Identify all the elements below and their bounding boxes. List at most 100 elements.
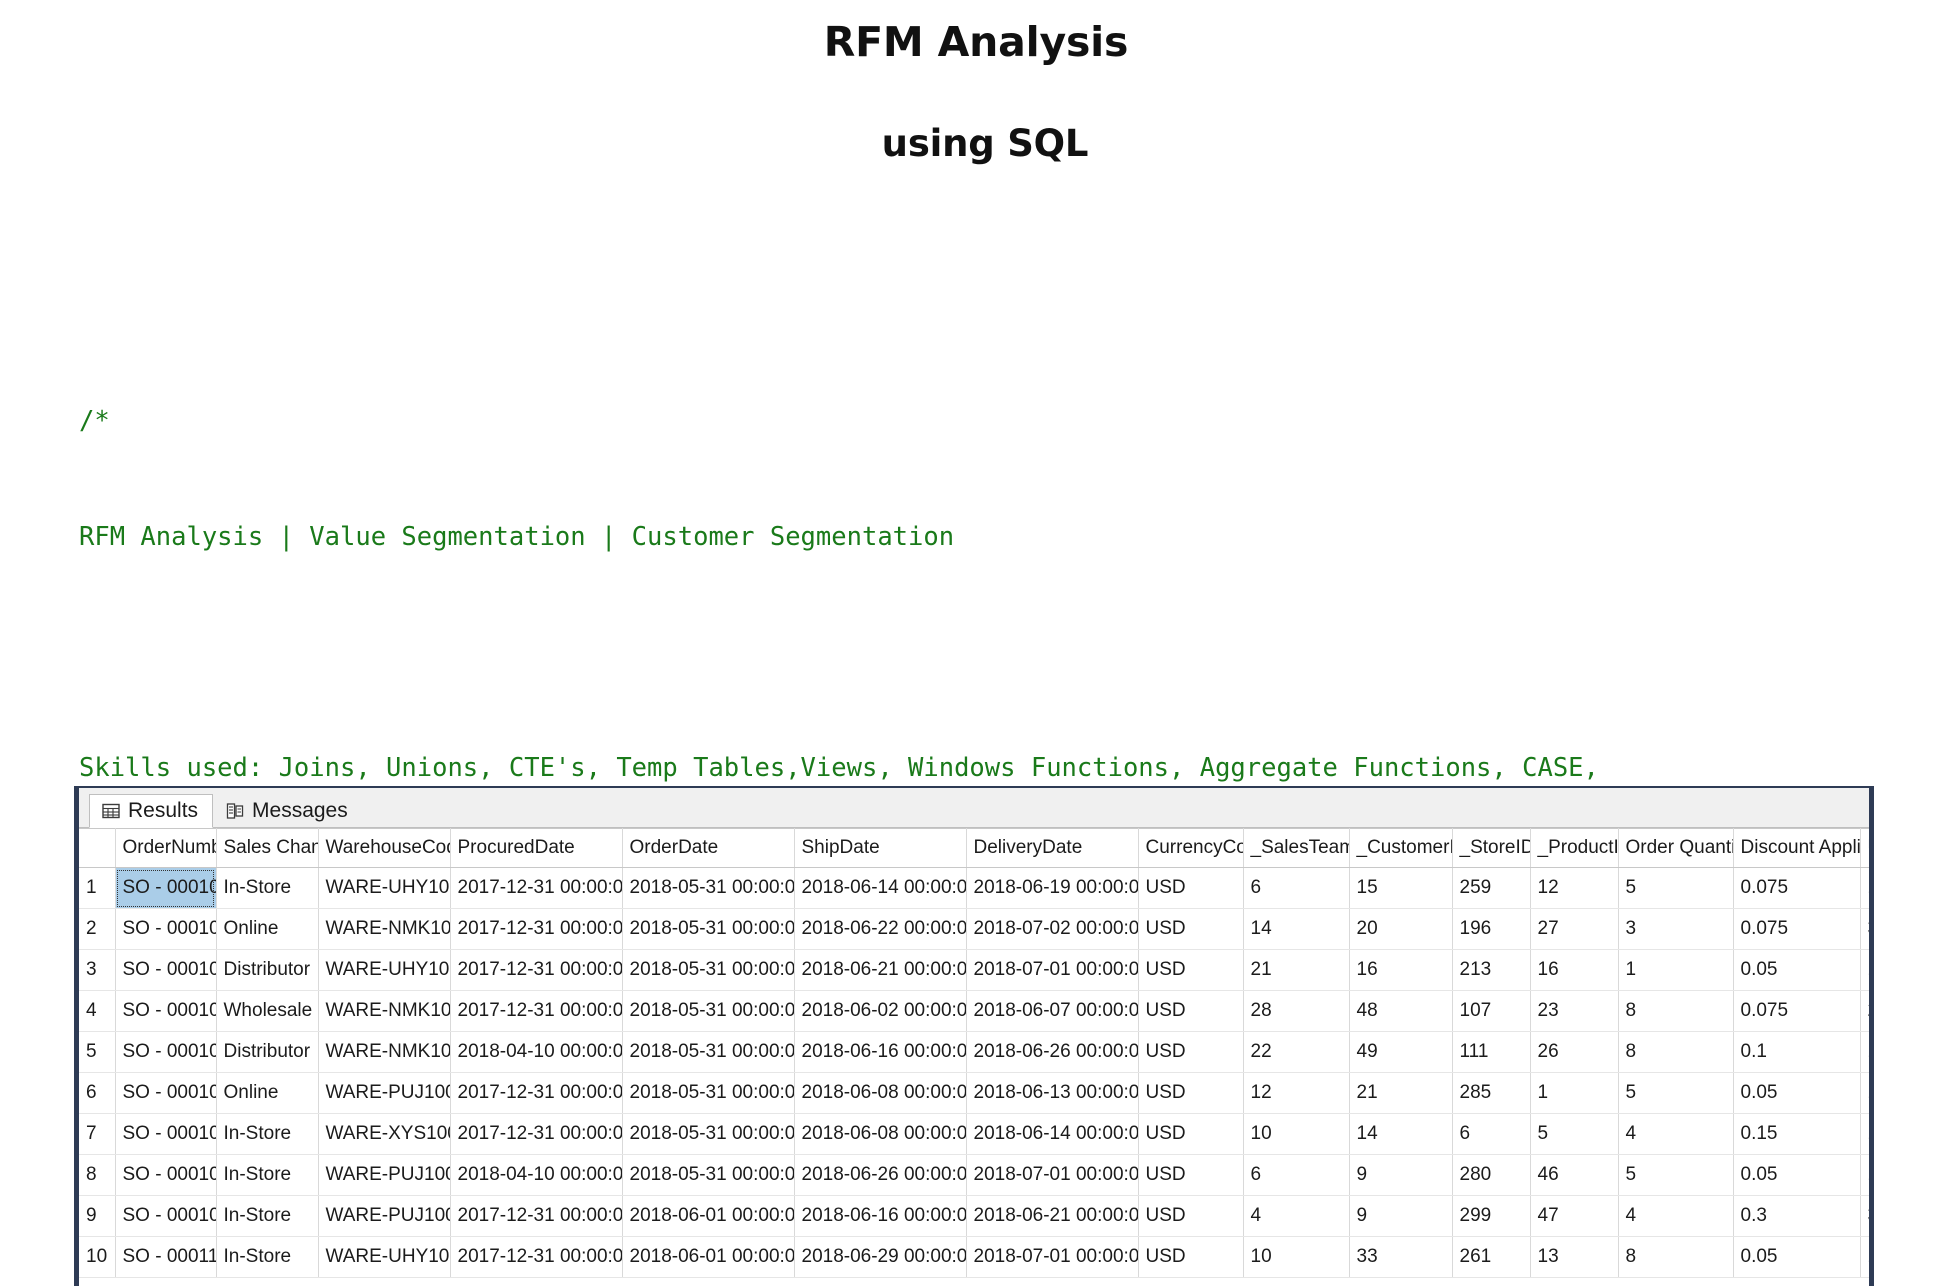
row-number[interactable]: 1 [79, 867, 116, 909]
cell-shipdate[interactable]: 2018-06-08 00:00:00.000 [794, 1072, 967, 1114]
cell-procureddate[interactable]: 2017-12-31 00:00:00.000 [450, 1072, 623, 1114]
cell-procureddate[interactable]: 2017-12-31 00:00:00.000 [450, 1236, 623, 1278]
cell-order-quantity[interactable]: 8 [1618, 1031, 1734, 1073]
table-row[interactable]: 5SO - 000105DistributorWARE-NMK10032018-… [79, 1031, 1869, 1073]
cell-ordernumber[interactable]: SO - 000110 [115, 1236, 217, 1278]
cell-unit-p[interactable]: 1038 [1860, 1072, 1869, 1114]
tab-messages[interactable]: Messages [213, 793, 363, 827]
cell-ordernumber[interactable]: SO - 000104 [115, 990, 217, 1032]
cell-currencycode[interactable]: USD [1138, 908, 1244, 950]
cell-order-quantity[interactable]: 4 [1618, 1195, 1734, 1237]
cell-sales-channel[interactable]: In-Store [216, 1195, 319, 1237]
cell-procureddate[interactable]: 2018-04-10 00:00:00.000 [450, 1031, 623, 1073]
column-header-sales-channel[interactable]: Sales Channel [216, 828, 319, 868]
cell-deliverydate[interactable]: 2018-06-13 00:00:00.000 [966, 1072, 1139, 1114]
cell-unit-p[interactable]: 1822 [1860, 1031, 1869, 1073]
cell-ordernumber[interactable]: SO - 000105 [115, 1031, 217, 1073]
column-header-salesteamid[interactable]: _SalesTeamID [1243, 828, 1350, 868]
cell-deliverydate[interactable]: 2018-06-19 00:00:00.000 [966, 867, 1139, 909]
cell-productid[interactable]: 23 [1530, 990, 1619, 1032]
cell-customerid[interactable]: 16 [1349, 949, 1453, 991]
cell-warehousecode[interactable]: WARE-NMK1003 [318, 1031, 451, 1073]
cell-deliverydate[interactable]: 2018-07-02 00:00:00.000 [966, 908, 1139, 950]
cell-storeid[interactable]: 196 [1452, 908, 1531, 950]
cell-storeid[interactable]: 107 [1452, 990, 1531, 1032]
cell-ordernumber[interactable]: SO - 000106 [115, 1072, 217, 1114]
cell-ordernumber[interactable]: SO - 000109 [115, 1195, 217, 1237]
cell-sales-channel[interactable]: Wholesale [216, 990, 319, 1032]
cell-ordernumber[interactable]: SO - 000108 [115, 1154, 217, 1196]
cell-discount-applied[interactable]: 0.075 [1733, 867, 1861, 909]
column-header-discount-applied[interactable]: Discount Applied [1733, 828, 1861, 868]
column-header-order-quantity[interactable]: Order Quantity [1618, 828, 1734, 868]
row-number[interactable]: 7 [79, 1113, 116, 1155]
cell-procureddate[interactable]: 2017-12-31 00:00:00.000 [450, 990, 623, 1032]
cell-procureddate[interactable]: 2017-12-31 00:00:00.000 [450, 1113, 623, 1155]
cell-orderdate[interactable]: 2018-05-31 00:00:00.000 [622, 908, 795, 950]
cell-productid[interactable]: 1 [1530, 1072, 1619, 1114]
cell-order-quantity[interactable]: 1 [1618, 949, 1734, 991]
cell-sales-channel[interactable]: In-Store [216, 867, 319, 909]
cell-order-quantity[interactable]: 5 [1618, 1154, 1734, 1196]
cell-discount-applied[interactable]: 0.075 [1733, 990, 1861, 1032]
row-number[interactable]: 3 [79, 949, 116, 991]
row-number[interactable]: 9 [79, 1195, 116, 1237]
column-header-procureddate[interactable]: ProcuredDate [450, 828, 623, 868]
cell-warehousecode[interactable]: WARE-XYS1001 [318, 1113, 451, 1155]
cell-customerid[interactable]: 9 [1349, 1154, 1453, 1196]
cell-storeid[interactable]: 261 [1452, 1236, 1531, 1278]
cell-shipdate[interactable]: 2018-06-21 00:00:00.000 [794, 949, 967, 991]
table-row[interactable]: 10SO - 000110In-StoreWARE-UHY10042017-12… [79, 1236, 1869, 1278]
cell-salesteamid[interactable]: 6 [1243, 867, 1350, 909]
cell-unit-p[interactable]: 1963 [1860, 867, 1869, 909]
table-row[interactable]: 2SO - 000102OnlineWARE-NMK10032017-12-31… [79, 908, 1869, 950]
cell-orderdate[interactable]: 2018-05-31 00:00:00.000 [622, 1113, 795, 1155]
cell-orderdate[interactable]: 2018-05-31 00:00:00.000 [622, 867, 795, 909]
cell-deliverydate[interactable]: 2018-06-07 00:00:00.000 [966, 990, 1139, 1032]
cell-storeid[interactable]: 285 [1452, 1072, 1531, 1114]
cell-customerid[interactable]: 15 [1349, 867, 1453, 909]
cell-unit-p[interactable]: 3939 [1860, 908, 1869, 950]
column-header-customerid[interactable]: _CustomerID [1349, 828, 1453, 868]
cell-procureddate[interactable]: 2017-12-31 00:00:00.000 [450, 867, 623, 909]
cell-ordernumber[interactable]: SO - 000102 [115, 908, 217, 950]
cell-currencycode[interactable]: USD [1138, 867, 1244, 909]
cell-currencycode[interactable]: USD [1138, 1154, 1244, 1196]
column-header-shipdate[interactable]: ShipDate [794, 828, 967, 868]
cell-procureddate[interactable]: 2018-04-10 00:00:00.000 [450, 1154, 623, 1196]
cell-warehousecode[interactable]: WARE-UHY1004 [318, 1236, 451, 1278]
row-number-header[interactable] [79, 828, 116, 868]
cell-orderdate[interactable]: 2018-05-31 00:00:00.000 [622, 990, 795, 1032]
column-header-warehousecode[interactable]: WarehouseCode [318, 828, 451, 868]
cell-customerid[interactable]: 48 [1349, 990, 1453, 1032]
cell-customerid[interactable]: 20 [1349, 908, 1453, 950]
cell-shipdate[interactable]: 2018-06-08 00:00:00.000 [794, 1113, 967, 1155]
cell-productid[interactable]: 13 [1530, 1236, 1619, 1278]
cell-salesteamid[interactable]: 14 [1243, 908, 1350, 950]
cell-salesteamid[interactable]: 6 [1243, 1154, 1350, 1196]
cell-salesteamid[interactable]: 28 [1243, 990, 1350, 1032]
row-number[interactable]: 2 [79, 908, 116, 950]
column-header-ordernumber[interactable]: OrderNumber [115, 828, 217, 868]
column-header-unit-p[interactable]: Unit P [1860, 828, 1869, 868]
cell-procureddate[interactable]: 2017-12-31 00:00:00.000 [450, 1195, 623, 1237]
cell-discount-applied[interactable]: 0.075 [1733, 908, 1861, 950]
cell-order-quantity[interactable]: 4 [1618, 1113, 1734, 1155]
cell-salesteamid[interactable]: 22 [1243, 1031, 1350, 1073]
cell-order-quantity[interactable]: 5 [1618, 867, 1734, 909]
cell-warehousecode[interactable]: WARE-NMK1003 [318, 908, 451, 950]
column-header-productid[interactable]: _ProductID [1530, 828, 1619, 868]
cell-deliverydate[interactable]: 2018-06-21 00:00:00.000 [966, 1195, 1139, 1237]
cell-unit-p[interactable]: 1775 [1860, 949, 1869, 991]
cell-warehousecode[interactable]: WARE-PUJ1005 [318, 1154, 451, 1196]
cell-warehousecode[interactable]: WARE-NMK1003 [318, 990, 451, 1032]
cell-currencycode[interactable]: USD [1138, 990, 1244, 1032]
cell-unit-p[interactable]: 1956 [1860, 1236, 1869, 1278]
cell-sales-channel[interactable]: Online [216, 908, 319, 950]
cell-unit-p[interactable]: 1192 [1860, 1113, 1869, 1155]
cell-storeid[interactable]: 111 [1452, 1031, 1531, 1073]
cell-orderdate[interactable]: 2018-05-31 00:00:00.000 [622, 1154, 795, 1196]
cell-sales-channel[interactable]: Online [216, 1072, 319, 1114]
column-header-currencycode[interactable]: CurrencyCode [1138, 828, 1244, 868]
cell-shipdate[interactable]: 2018-06-16 00:00:00.000 [794, 1195, 967, 1237]
